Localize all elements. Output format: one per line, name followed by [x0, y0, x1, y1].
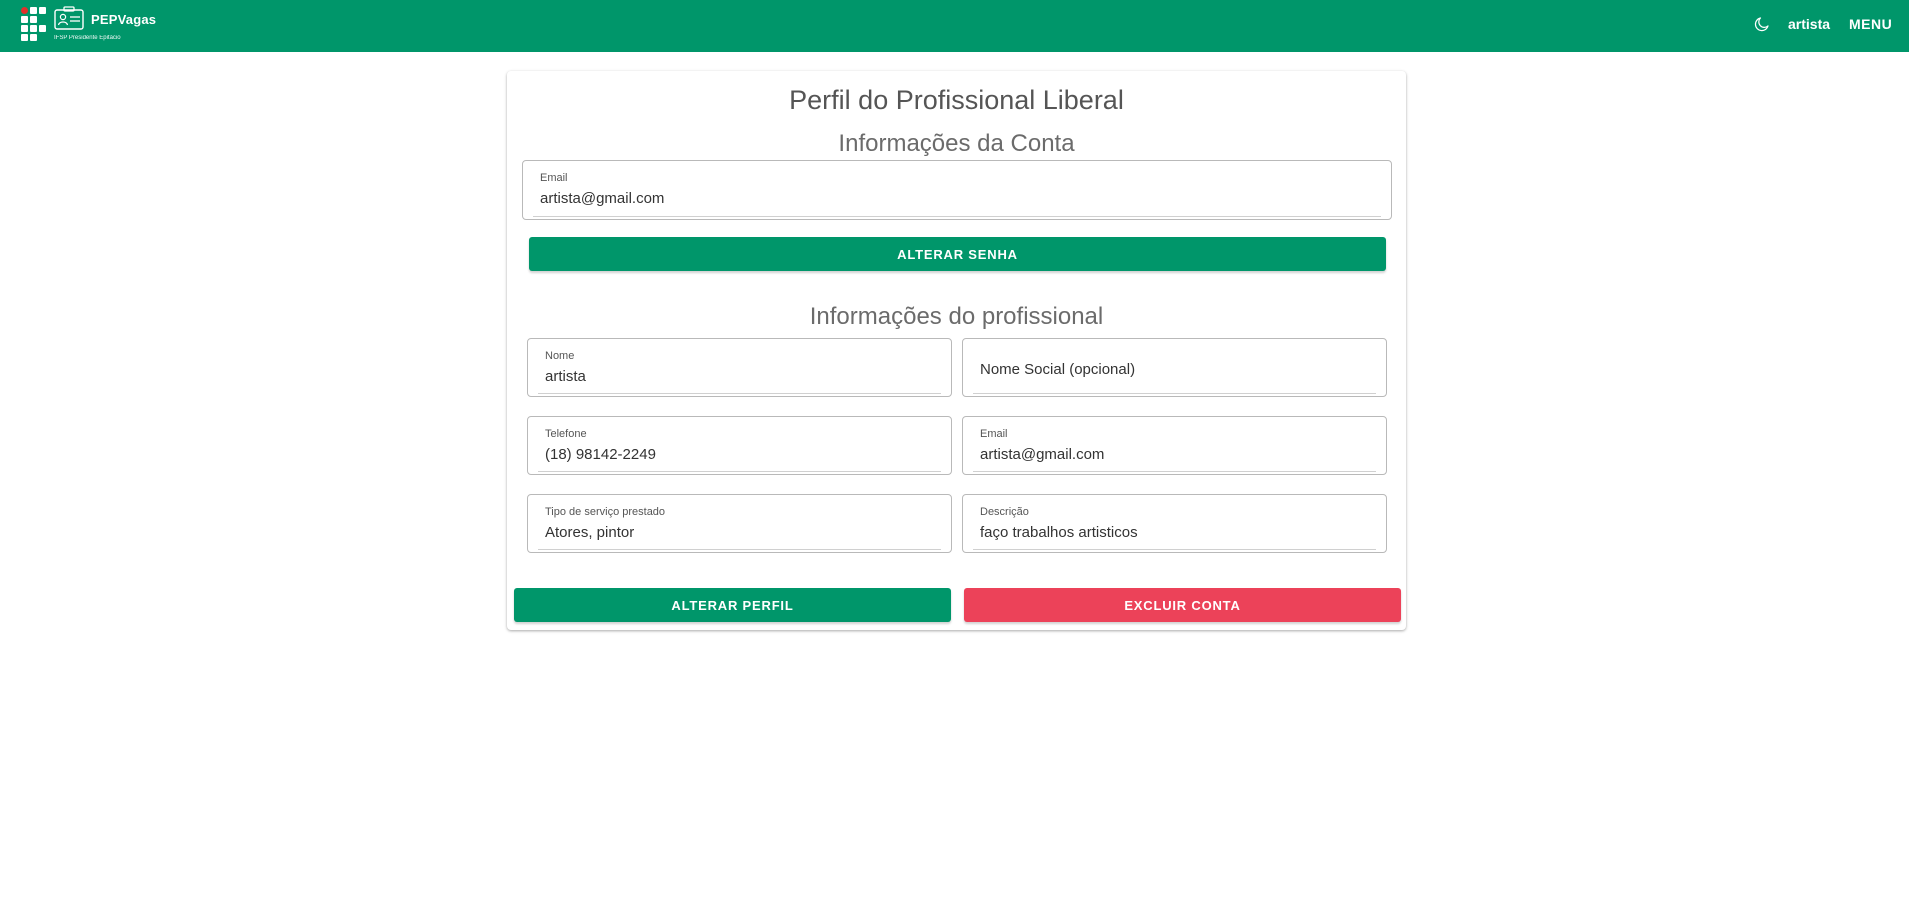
brand-subtitle: IFSP Presidente Epitácio — [54, 35, 121, 41]
menu-button[interactable]: MENU — [1849, 16, 1892, 32]
page-title: Perfil do Profissional Liberal — [789, 85, 1124, 115]
account-email-value[interactable]: artista@gmail.com — [540, 190, 664, 207]
service-type-field[interactable]: Tipo de serviço prestado Atores, pintor — [527, 494, 952, 553]
professional-section-title: Informações do profissional — [809, 303, 1104, 330]
name-value[interactable]: artista — [545, 368, 586, 385]
description-field[interactable]: Descrição faço trabalhos artisticos — [962, 494, 1387, 553]
brand-title[interactable]: PEPVagas — [91, 12, 156, 27]
profile-card: Perfil do Profissional Liberal Informaçõ… — [507, 71, 1406, 630]
account-email-field[interactable]: Email artista@gmail.com — [522, 160, 1392, 220]
delete-account-button[interactable]: EXCLUIR CONTA — [964, 588, 1401, 622]
service-type-label: Tipo de serviço prestado — [545, 506, 666, 518]
phone-field[interactable]: Telefone (18) 98142-2249 — [527, 416, 952, 475]
name-field[interactable]: Nome artista — [527, 338, 952, 397]
user-name[interactable]: artista — [1788, 16, 1830, 32]
change-password-button[interactable]: ALTERAR SENHA — [529, 237, 1386, 271]
email-label: Email — [980, 428, 1008, 440]
phone-value[interactable]: (18) 98142-2249 — [545, 446, 656, 463]
account-section-title: Informações da Conta — [838, 130, 1075, 157]
update-profile-button[interactable]: ALTERAR PERFIL — [514, 588, 951, 622]
service-type-value[interactable]: Atores, pintor — [545, 524, 634, 541]
email-value[interactable]: artista@gmail.com — [980, 446, 1104, 463]
social-name-field[interactable]: Nome Social (opcional) — [962, 338, 1387, 397]
phone-label: Telefone — [545, 428, 587, 440]
ifsp-logo-icon[interactable] — [21, 7, 47, 41]
description-label: Descrição — [980, 506, 1029, 518]
top-app-bar: PEPVagas IFSP Presidente Epitácio artist… — [0, 0, 1909, 52]
account-email-label: Email — [540, 172, 568, 184]
moon-icon[interactable] — [1753, 15, 1771, 33]
description-value[interactable]: faço trabalhos artisticos — [980, 524, 1138, 541]
social-name-placeholder[interactable]: Nome Social (opcional) — [980, 361, 1135, 378]
email-field[interactable]: Email artista@gmail.com — [962, 416, 1387, 475]
name-label: Nome — [545, 350, 575, 362]
id-card-icon — [54, 6, 84, 30]
